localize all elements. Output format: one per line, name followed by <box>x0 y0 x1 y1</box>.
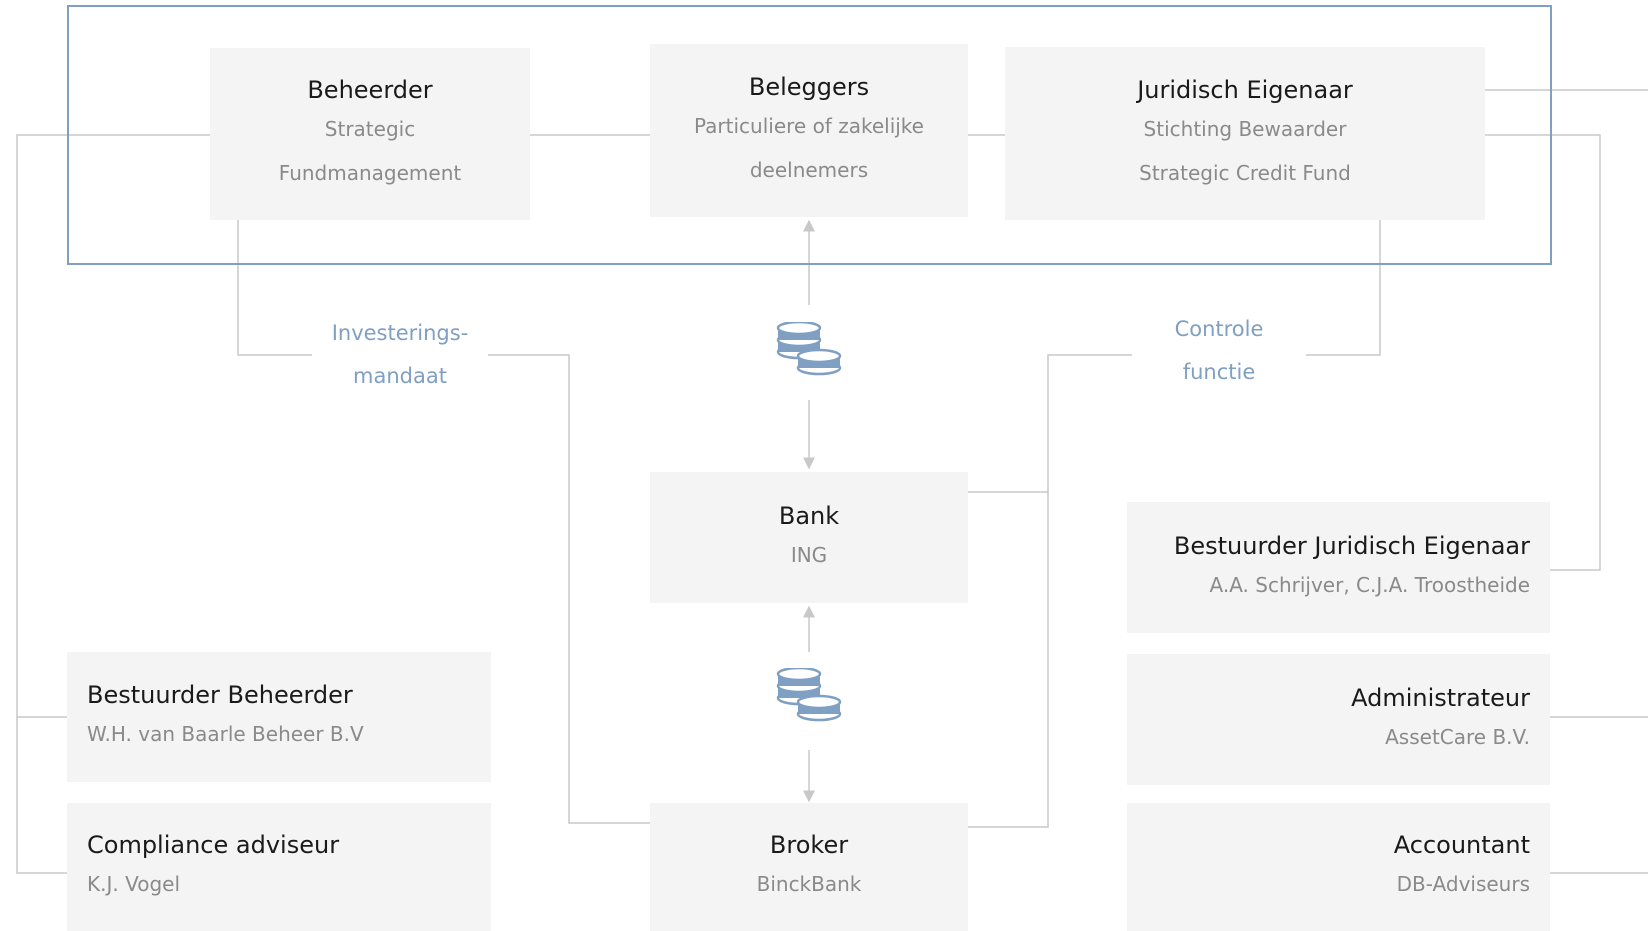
node-administrateur: Administrateur AssetCare B.V. <box>1127 654 1550 785</box>
node-title: Beleggers <box>748 72 870 101</box>
node-beheerder: Beheerder Strategic Fundmanagement <box>210 48 530 220</box>
label-line-1: Investerings- <box>331 321 469 345</box>
node-subtitle: Stichting Bewaarder Strategic Credit Fun… <box>1139 107 1351 195</box>
node-subtitle-line-1: Stichting Bewaarder <box>1143 116 1347 141</box>
node-subtitle-line-1: Strategic <box>324 117 416 141</box>
node-subtitle: DB-Adviseurs <box>1396 872 1530 896</box>
node-subtitle-line-2: Fundmanagement <box>278 161 462 185</box>
coins-icon <box>776 322 842 376</box>
node-title: Beheerder <box>307 76 433 104</box>
node-subtitle: A.A. Schrijver, C.J.A. Troostheide <box>1209 572 1530 597</box>
node-title: Broker <box>769 831 849 859</box>
node-subtitle-line-2: deelnemers <box>749 157 869 182</box>
node-bestuurder-beheerder: Bestuurder Beheerder W.H. van Baarle Beh… <box>67 652 491 782</box>
label-line-1: Controle <box>1174 317 1264 341</box>
node-subtitle: K.J. Vogel <box>87 872 181 896</box>
node-title: Bestuurder Juridisch Eigenaar <box>1173 531 1530 560</box>
node-compliance-adviseur: Compliance adviseur K.J. Vogel <box>67 803 491 931</box>
node-title: Compliance adviseur <box>87 831 340 859</box>
label-investeringsmandaat: Investerings- mandaat <box>312 312 488 398</box>
node-bestuurder-juridisch-eigenaar: Bestuurder Juridisch Eigenaar A.A. Schri… <box>1127 502 1550 633</box>
node-bank: Bank ING <box>650 472 968 603</box>
node-beleggers: Beleggers Particuliere of zakelijke deel… <box>650 44 968 217</box>
node-subtitle: Particuliere of zakelijke deelnemers <box>694 104 924 192</box>
line-controle-broker <box>968 492 1049 828</box>
node-subtitle-line-2: Strategic Credit Fund <box>1139 160 1351 185</box>
label-line-2: mandaat <box>353 364 447 388</box>
node-title: Administrateur <box>1351 683 1530 712</box>
node-accountant: Accountant DB-Adviseurs <box>1127 803 1550 931</box>
node-subtitle-line-1: Particuliere of zakelijke <box>694 113 924 138</box>
node-subtitle: ING <box>790 542 828 567</box>
node-subtitle: BinckBank <box>756 872 862 896</box>
node-subtitle: Strategic Fundmanagement <box>279 107 461 195</box>
node-title: Bank <box>778 501 840 530</box>
node-subtitle: W.H. van Baarle Beheer B.V <box>87 722 364 746</box>
coins-icon <box>776 668 842 722</box>
label-line-2: functie <box>1182 360 1256 384</box>
node-subtitle: AssetCare B.V. <box>1385 724 1530 749</box>
node-broker: Broker BinckBank <box>650 803 968 931</box>
label-controle-functie: Controle functie <box>1132 308 1306 394</box>
node-title: Accountant <box>1393 831 1530 859</box>
node-juridisch-eigenaar: Juridisch Eigenaar Stichting Bewaarder S… <box>1005 47 1485 220</box>
node-title: Bestuurder Beheerder <box>87 681 353 709</box>
node-title: Juridisch Eigenaar <box>1137 75 1353 104</box>
